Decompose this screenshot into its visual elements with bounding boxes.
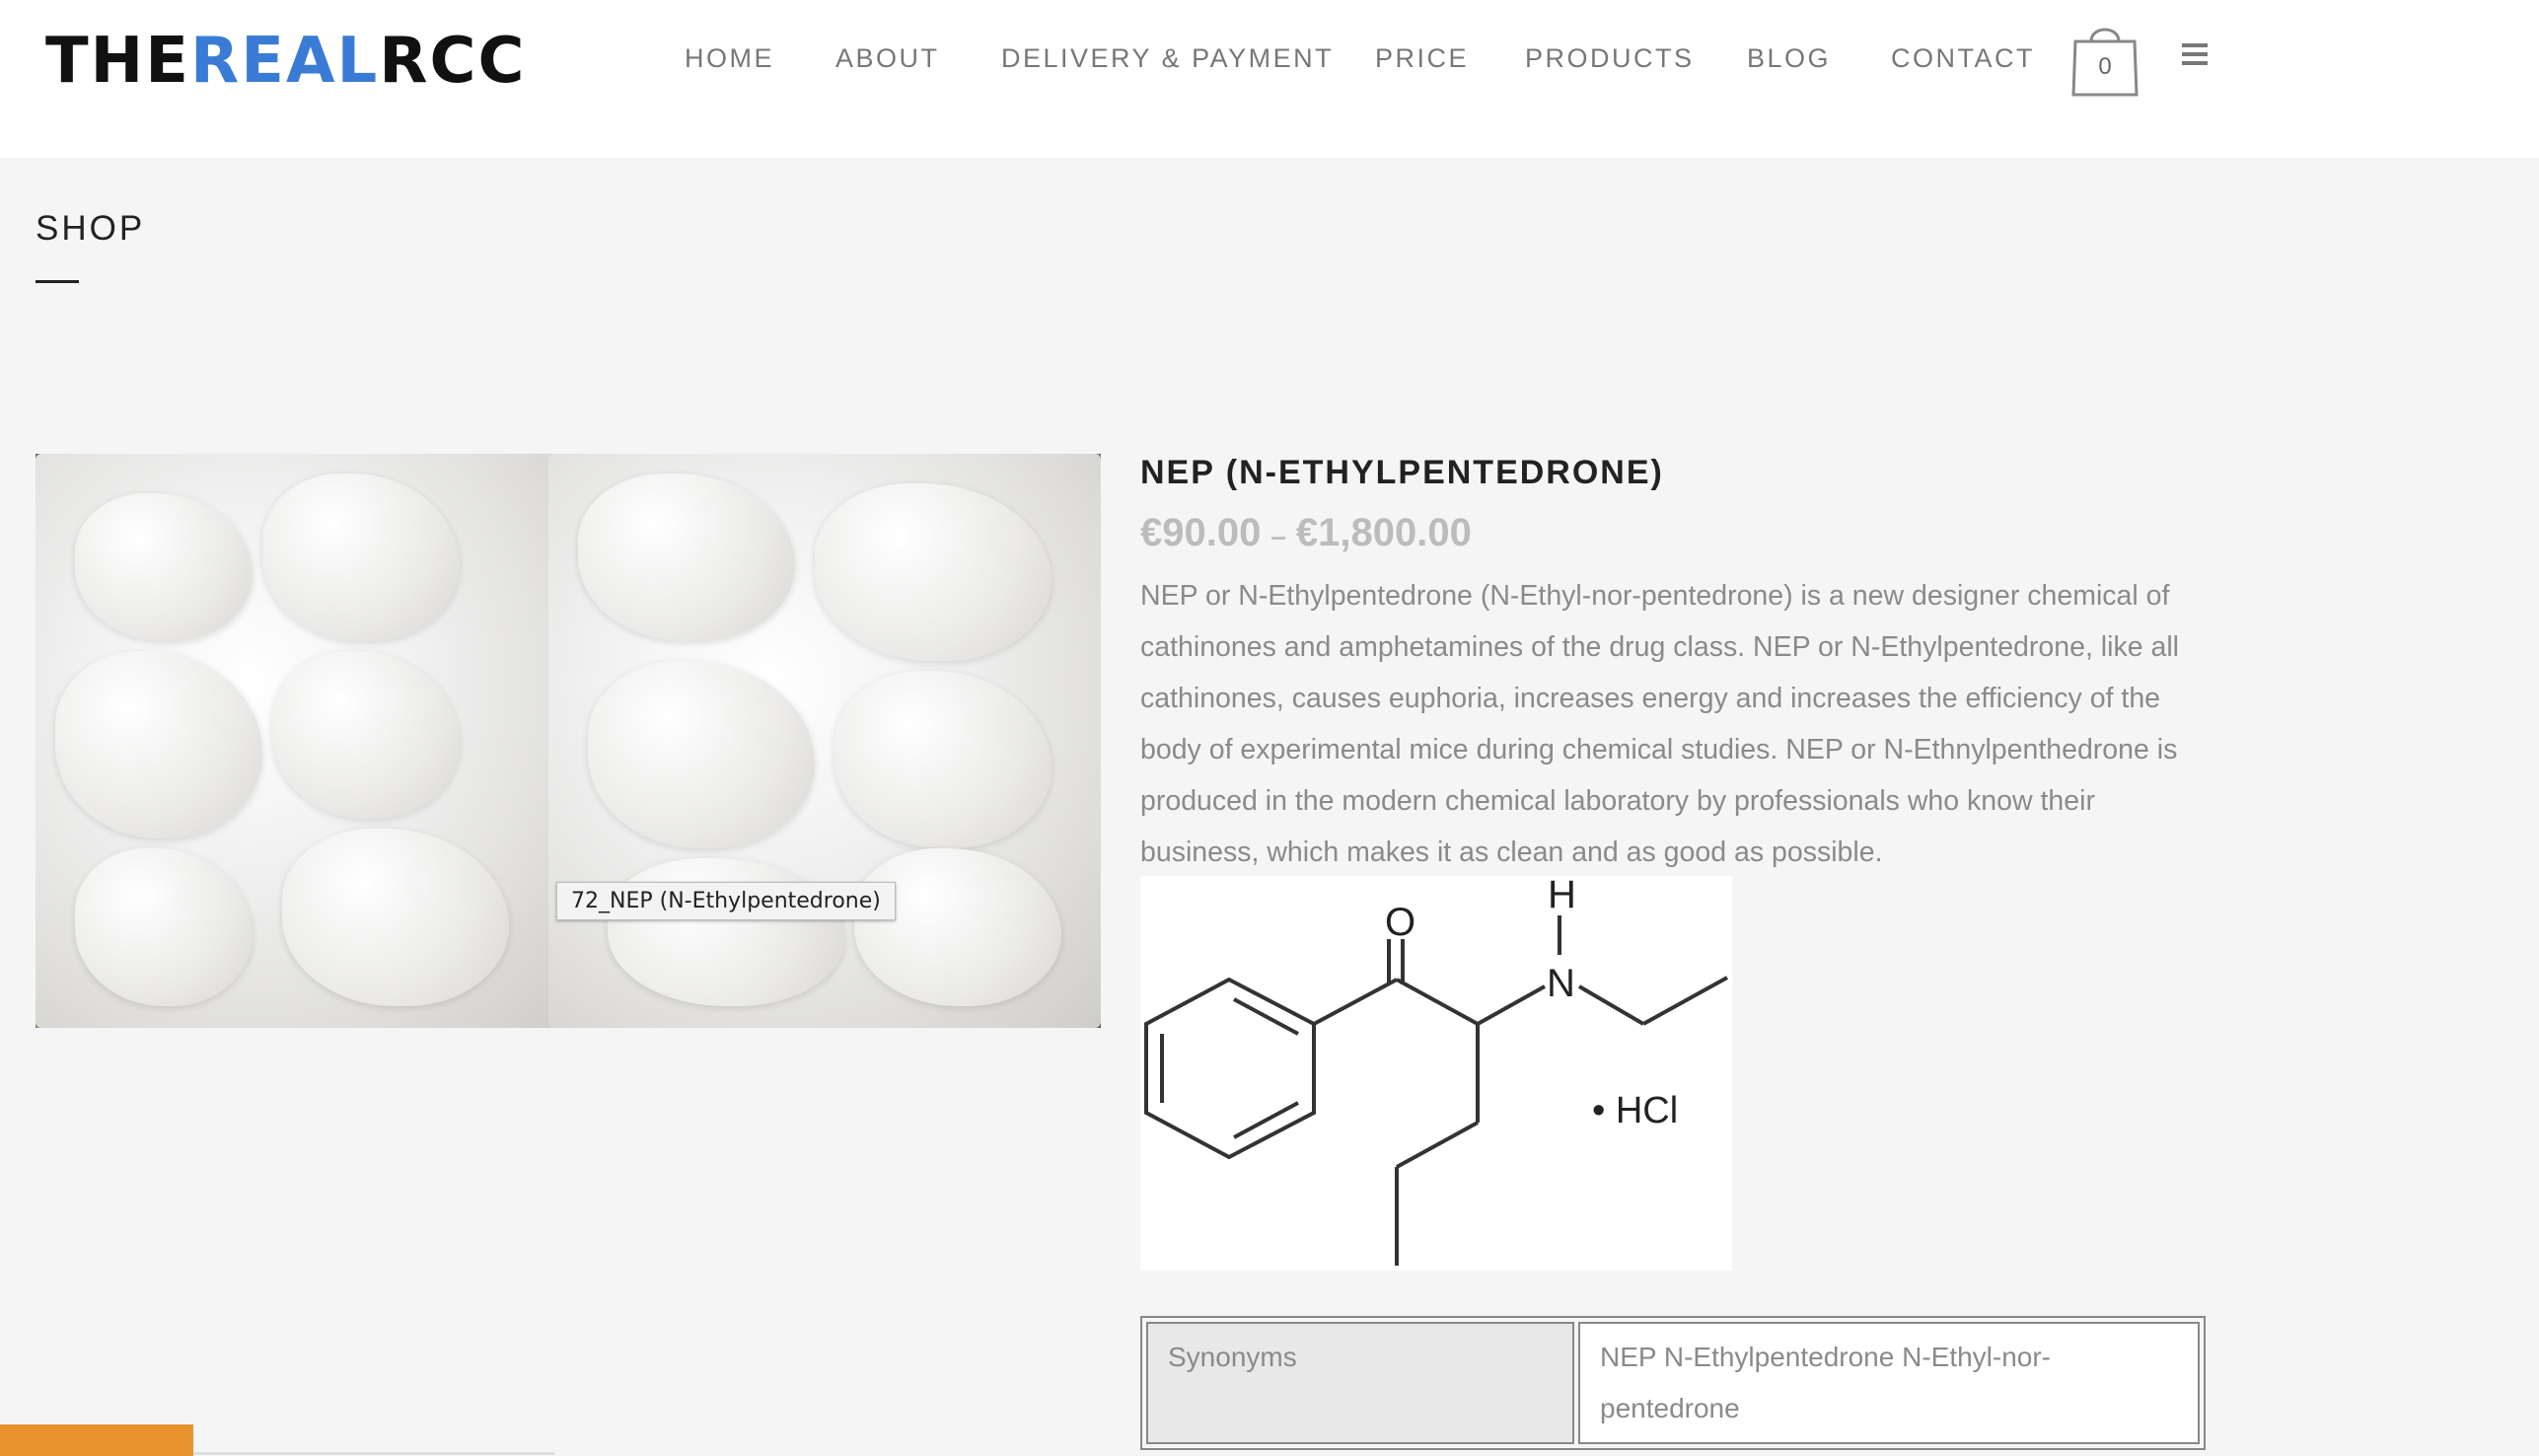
nav-about[interactable]: ABOUT: [835, 43, 940, 74]
atom-h-label: H: [1548, 876, 1576, 916]
atom-o-label: O: [1385, 901, 1415, 944]
nav-delivery-payment[interactable]: DELIVERY & PAYMENT: [1001, 43, 1334, 74]
title-underline: [36, 280, 79, 283]
product-image[interactable]: [36, 454, 1101, 1028]
nav-contact[interactable]: CONTACT: [1891, 43, 2035, 74]
product-price: €90.00– €1,800.00: [1140, 511, 1472, 555]
product-description: NEP or N-Ethylpentedrone (N-Ethyl-nor-pe…: [1140, 580, 2179, 868]
salt-label: • HCl: [1592, 1090, 1678, 1131]
atom-n-label: N: [1547, 962, 1575, 1005]
page-title: SHOP: [36, 209, 146, 248]
price-min: €90.00: [1140, 511, 1262, 554]
table-row: Synonyms NEP N-Ethylpentedrone N-Ethyl-n…: [1146, 1322, 2200, 1444]
image-tooltip: 72_NEP (N-Ethylpentedrone): [556, 882, 896, 920]
site-header: THE REAL RCC HOME ABOUT DELIVERY & PAYMENT…: [0, 0, 2539, 158]
hamburger-icon[interactable]: [2182, 43, 2208, 69]
site-logo[interactable]: THE REAL RCC: [45, 30, 526, 93]
cart-button[interactable]: 0: [2071, 20, 2139, 99]
specs-table: Synonyms NEP N-Ethylpentedrone N-Ethyl-n…: [1140, 1316, 2206, 1450]
nav-price[interactable]: PRICE: [1375, 43, 1469, 74]
nav-blog[interactable]: BLOG: [1747, 43, 1831, 74]
price-separator: –: [1270, 521, 1286, 551]
nav-products[interactable]: PRODUCTS: [1525, 43, 1695, 74]
product-bag-right: [548, 454, 1101, 1028]
nav-home[interactable]: HOME: [685, 43, 774, 74]
logo-part-rcc: RCC: [379, 25, 527, 98]
product-bag-left: [36, 454, 568, 1028]
cookie-bar-button[interactable]: [0, 1424, 193, 1456]
spec-key: Synonyms: [1146, 1322, 1574, 1444]
footer-divider: [193, 1452, 554, 1455]
logo-part-real: REAL: [189, 25, 380, 98]
spec-value: NEP N-Ethylpentedrone N-Ethyl-nor-pented…: [1578, 1322, 2200, 1444]
logo-part-the: THE: [45, 25, 190, 98]
chemical-structure-image: O H N • HCl: [1140, 873, 1732, 1271]
price-max: €1,800.00: [1295, 511, 1472, 554]
product-title: NEP (N-ETHYLPENTEDRONE): [1140, 454, 1664, 491]
cart-count: 0: [2098, 53, 2112, 80]
